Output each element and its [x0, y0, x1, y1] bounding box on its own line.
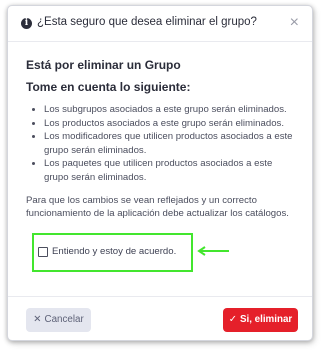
dialog-title: ¿Esta seguro que desea eliminar el grupo…	[37, 16, 257, 28]
dialog-subheading: Tome en cuenta lo siguiente:	[26, 80, 191, 94]
consequences-list: Los subgrupos asociados a este grupo ser…	[26, 103, 298, 185]
delete-group-dialog: i ¿Esta seguro que desea eliminar el gru…	[7, 5, 313, 341]
list-item: Los modificadores que utilicen productos…	[44, 130, 298, 157]
close-icon[interactable]: ×	[290, 15, 299, 31]
dialog-heading: Está por eliminar un Grupo	[26, 58, 181, 72]
check-icon: ✓	[228, 314, 237, 325]
list-item: Los productos asociados a este grupo ser…	[44, 117, 298, 131]
arrow-left-icon	[197, 246, 229, 256]
confirm-button-label: Si, eliminar	[239, 314, 293, 325]
list-item: Los paquetes que utilicen productos asoc…	[44, 157, 298, 184]
dialog-body: Está por eliminar un Grupo Tome en cuent…	[26, 58, 298, 221]
info-circle-icon: i	[21, 18, 32, 29]
list-item: Los subgrupos asociados a este grupo ser…	[44, 103, 298, 117]
agree-checkbox[interactable]	[38, 247, 48, 257]
agree-checkbox-label[interactable]: Entiendo y estoy de acuerdo.	[52, 246, 176, 258]
confirm-delete-button[interactable]: ✓ Si, eliminar	[223, 308, 298, 332]
dialog-footer: ✕ Cancelar ✓ Si, eliminar	[8, 296, 312, 340]
cancel-button-label: Cancelar	[44, 314, 84, 325]
agree-checkbox-row[interactable]: Entiendo y estoy de acuerdo.	[38, 246, 176, 258]
cancel-button[interactable]: ✕ Cancelar	[26, 308, 91, 332]
dialog-header: i ¿Esta seguro que desea eliminar el gru…	[8, 6, 312, 42]
update-catalogs-note: Para que los cambios se vean reflejados …	[26, 194, 289, 220]
x-icon: ✕	[33, 314, 42, 325]
